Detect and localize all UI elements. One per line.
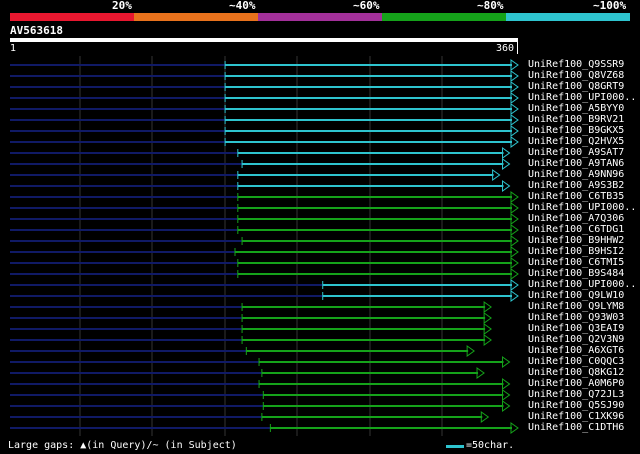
hit-label[interactable]: UniRef100_Q8VZ68 <box>528 70 624 81</box>
hit-label[interactable]: UniRef100_B9RV21 <box>528 114 624 125</box>
hit-arrow-head <box>502 158 511 170</box>
hit-label[interactable]: UniRef100_B9GKX5 <box>528 125 624 136</box>
hit-label[interactable]: UniRef100_Q72JL3 <box>528 389 624 400</box>
scale-label: =50char. <box>466 440 515 451</box>
hit-arrow-head <box>492 169 501 181</box>
hit-arrow-head <box>502 389 511 401</box>
hit-label[interactable]: UniRef100_C6TB35 <box>528 191 624 202</box>
hit-label[interactable]: UniRef100_A9TAN6 <box>528 158 624 169</box>
hit-arrow-head <box>510 92 519 104</box>
hit-label[interactable]: UniRef100_Q2HVX5 <box>528 136 624 147</box>
hit-arrow-head <box>483 301 492 313</box>
hit-label[interactable]: UniRef100_C1DTH6 <box>528 422 624 433</box>
hit-arrow-head <box>510 279 519 291</box>
hit-label[interactable]: UniRef100_Q8KG12 <box>528 367 624 378</box>
hit-label[interactable]: UniRef100_C6TMI5 <box>528 257 624 268</box>
hit-label[interactable]: UniRef100_A0M6P0 <box>528 378 624 389</box>
hit-arrow-head <box>502 356 511 368</box>
hit-label[interactable]: UniRef100_UPI000.. <box>528 279 636 290</box>
hit-label[interactable]: UniRef100_Q93W03 <box>528 312 624 323</box>
hit-label[interactable]: UniRef100_Q9SSR9 <box>528 59 624 70</box>
hit-label[interactable]: UniRef100_UPI000.. <box>528 202 636 213</box>
hit-label[interactable]: UniRef100_A7Q306 <box>528 213 624 224</box>
hit-arrow-head <box>483 323 492 335</box>
hit-label[interactable]: UniRef100_Q2V3N9 <box>528 334 624 345</box>
hit-arrow-head <box>510 268 519 280</box>
hit-arrow-head <box>510 136 519 148</box>
hit-label[interactable]: UniRef100_A9SAT7 <box>528 147 624 158</box>
hit-arrow-head <box>510 81 519 93</box>
hit-arrow-head <box>510 202 519 214</box>
hit-label[interactable]: UniRef100_UPI000.. <box>528 92 636 103</box>
hit-arrow-head <box>483 312 492 324</box>
hit-label[interactable]: UniRef100_Q9LYM8 <box>528 301 624 312</box>
hit-label[interactable]: UniRef100_A5BYY0 <box>528 103 624 114</box>
hit-arrow-head <box>510 246 519 258</box>
hit-arrow-head <box>510 213 519 225</box>
hit-arrow-head <box>510 290 519 302</box>
hit-label[interactable]: UniRef100_B9S484 <box>528 268 624 279</box>
hit-label[interactable]: UniRef100_C6TDG1 <box>528 224 624 235</box>
hit-label[interactable]: UniRef100_Q3EAI9 <box>528 323 624 334</box>
hit-label[interactable]: UniRef100_C1XK96 <box>528 411 624 422</box>
hit-arrow-head <box>510 114 519 126</box>
hit-arrow-head <box>510 103 519 115</box>
hit-arrow-head <box>502 400 511 412</box>
hit-arrow-head <box>502 180 511 192</box>
hit-label[interactable]: UniRef100_A9S3B2 <box>528 180 624 191</box>
hit-arrow-head <box>510 235 519 247</box>
hit-arrow-head <box>510 191 519 203</box>
hit-label[interactable]: UniRef100_B9HSI2 <box>528 246 624 257</box>
hit-arrow-head <box>502 378 511 390</box>
hit-arrow-head <box>502 147 511 159</box>
hit-arrow-head <box>476 367 485 379</box>
hit-label[interactable]: UniRef100_C0QQC3 <box>528 356 624 367</box>
hit-label[interactable]: UniRef100_Q8GRT9 <box>528 81 624 92</box>
hit-label[interactable]: UniRef100_Q9LW10 <box>528 290 624 301</box>
hit-arrow-head <box>510 257 519 269</box>
scale-bar <box>446 445 464 448</box>
hit-arrow-head <box>510 422 519 434</box>
large-gaps-legend: Large gaps: ▲(in Query)/~ (in Subject) <box>8 440 237 451</box>
hit-arrow-head <box>466 345 475 357</box>
hit-arrow-head <box>510 224 519 236</box>
hit-arrow-head <box>510 59 519 71</box>
hit-arrow-head <box>510 70 519 82</box>
hit-arrow-head <box>510 125 519 137</box>
hit-label[interactable]: UniRef100_A9NN96 <box>528 169 624 180</box>
hit-label[interactable]: UniRef100_A6XGT6 <box>528 345 624 356</box>
hit-label[interactable]: UniRef100_Q5SJ90 <box>528 400 624 411</box>
hit-arrow-head <box>480 411 490 423</box>
hit-label[interactable]: UniRef100_B9HHW2 <box>528 235 624 246</box>
hit-arrow-head <box>483 334 492 346</box>
